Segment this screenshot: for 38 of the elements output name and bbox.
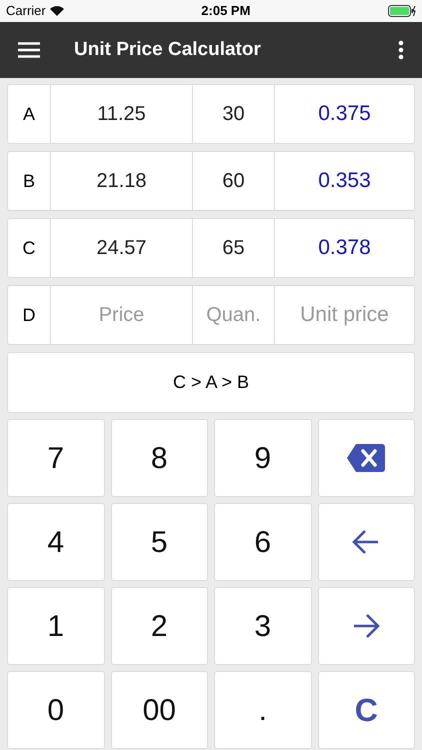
price-field[interactable]: 21.18 (51, 152, 192, 210)
backspace-icon (347, 444, 386, 472)
unit-price-field[interactable]: 0.375 (275, 85, 414, 143)
unit-price-field[interactable]: 0.353 (275, 152, 414, 210)
price-field[interactable]: 11.25 (51, 85, 192, 143)
number-key[interactable]: 4 (7, 503, 104, 581)
battery-icon (388, 5, 416, 17)
status-time: 2:05 PM (201, 2, 250, 20)
quantity-field[interactable]: 60 (193, 152, 274, 210)
more-options-icon[interactable] (398, 40, 404, 60)
number-key[interactable]: 8 (110, 419, 208, 497)
backspace-key[interactable] (318, 419, 415, 497)
item-label: A (8, 85, 50, 143)
number-key[interactable]: 00 (110, 671, 208, 749)
item-label: C (8, 219, 50, 277)
menu-icon[interactable] (18, 42, 40, 58)
item-label: B (8, 152, 50, 210)
price-field[interactable]: 24.57 (51, 219, 192, 277)
ranking-result: C > A > B (7, 352, 415, 413)
number-key[interactable]: 0 (7, 671, 104, 749)
wifi-icon (50, 6, 64, 16)
quantity-field[interactable]: 65 (193, 219, 274, 277)
app-title: Unit Price Calculator (74, 38, 262, 62)
number-key[interactable]: 1 (7, 587, 104, 665)
carrier-name: Carrier (6, 2, 46, 20)
item-label: D (8, 286, 50, 344)
number-key[interactable]: 7 (7, 419, 104, 497)
arrow-right-icon (352, 613, 380, 639)
clear-key[interactable]: C (318, 671, 415, 749)
unit-price-field[interactable]: 0.378 (275, 219, 414, 277)
number-key[interactable]: 5 (110, 503, 208, 581)
number-key[interactable]: 3 (214, 587, 312, 665)
quantity-field[interactable]: 30 (193, 85, 274, 143)
number-key[interactable]: 2 (110, 587, 208, 665)
number-key[interactable]: . (214, 671, 312, 749)
number-key[interactable]: 6 (214, 503, 312, 581)
arrow-left-icon (352, 529, 380, 555)
number-key[interactable]: 9 (214, 419, 312, 497)
